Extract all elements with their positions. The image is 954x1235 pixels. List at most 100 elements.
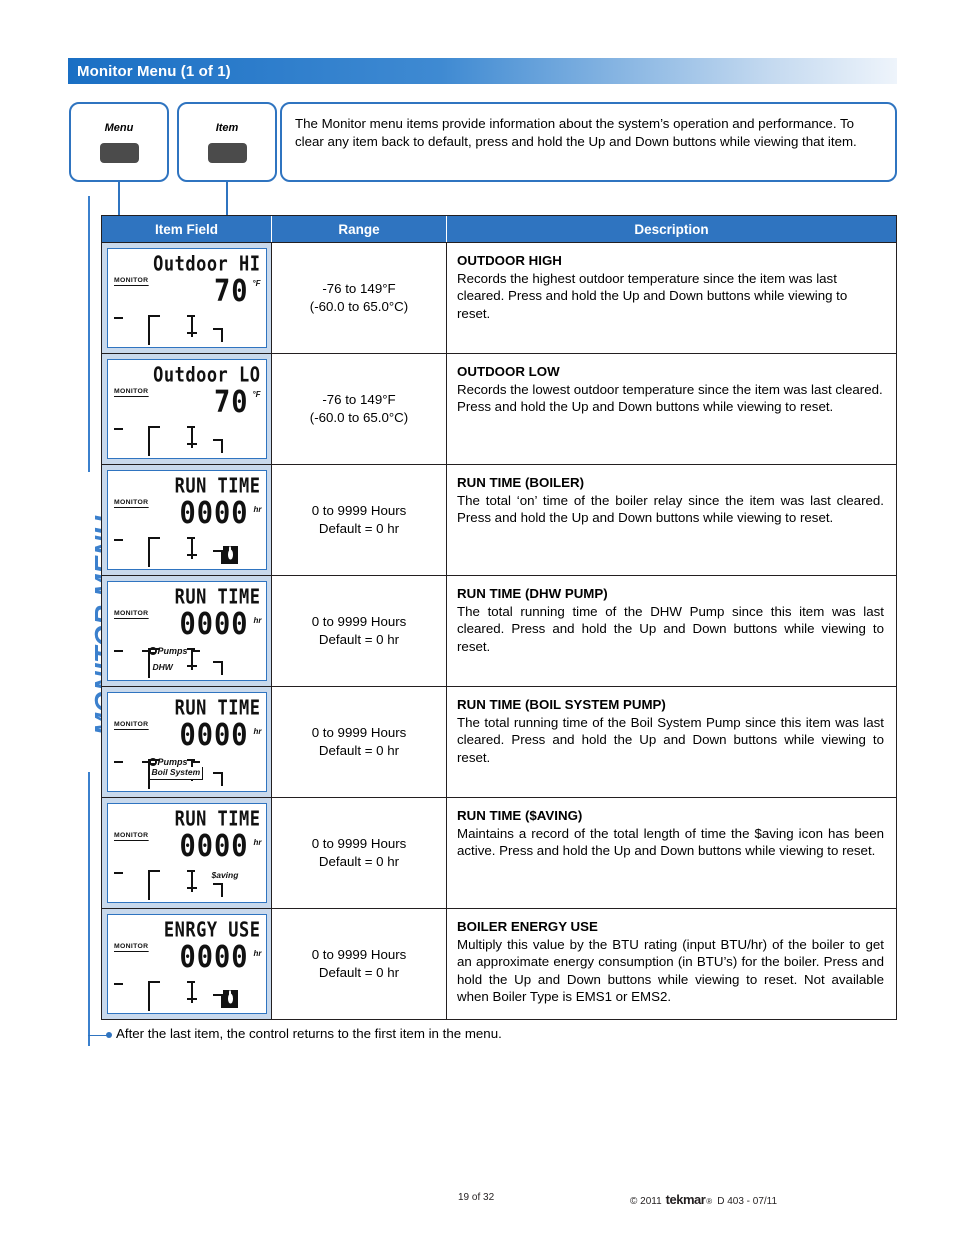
- column-header-item-field: Item Field: [102, 216, 272, 242]
- description-body: Maintains a record of the total length o…: [457, 826, 884, 859]
- lcd-mode-badge: MONITOR: [113, 388, 148, 397]
- description-title: BOILER ENERGY USE: [457, 919, 598, 934]
- brand-trademark-icon: ®: [706, 1197, 713, 1206]
- table-body: Outdoor HI MONITOR 70 °F -76 to 149°F (-60.0 …: [102, 242, 896, 1019]
- menu-button-label: Menu: [104, 121, 134, 134]
- lcd-segment: [191, 650, 200, 652]
- description-body: The total running time of the DHW Pump s…: [457, 604, 884, 654]
- lcd-unit-text: hr: [253, 727, 262, 736]
- lcd-segment: [186, 998, 197, 1000]
- lcd-value-text: 0000: [179, 496, 249, 531]
- page-number: 19 of 32: [458, 1192, 495, 1203]
- range-line: -76 to 149°F: [322, 281, 396, 296]
- lcd-segment: [113, 650, 123, 652]
- lcd-mode-badge: MONITOR: [113, 277, 148, 286]
- cell-description: OUTDOOR LOW Records the lowest outdoor te…: [447, 354, 896, 464]
- lcd-segment: [147, 426, 150, 456]
- description-title: RUN TIME (DHW PUMP): [457, 586, 608, 601]
- page-title: Monitor Menu (1 of 1): [77, 62, 231, 80]
- lcd-segment: [147, 537, 160, 539]
- description-body: Records the highest outdoor temperature …: [457, 271, 848, 321]
- cell-item-field: RUN TIME MONITOR 0000 hr Pumps Boil System: [102, 687, 272, 797]
- lcd-segment: [186, 332, 197, 334]
- lcd-segment: [186, 554, 197, 556]
- item-key-icon[interactable]: [207, 142, 247, 163]
- lcd-segment: [147, 537, 150, 567]
- menu-description-text: The Monitor menu items provide informati…: [295, 116, 857, 149]
- pumps-icon: Pumps: [148, 646, 188, 656]
- description-body: The total running time of the Boil Syste…: [457, 715, 884, 765]
- cell-range: 0 to 9999 Hours Default = 0 hr: [272, 576, 447, 686]
- footnote-bullet-icon: [106, 1032, 112, 1038]
- menu-key-icon[interactable]: [99, 142, 139, 163]
- cell-description: RUN TIME (BOILER) The total ‘on’ time of …: [447, 465, 896, 575]
- lcd-segment: [220, 328, 223, 342]
- description-title: OUTDOOR LOW: [457, 364, 560, 379]
- lcd-value-text: 0000: [179, 829, 249, 864]
- lcd-value-text: 0000: [179, 940, 249, 975]
- cell-range: 0 to 9999 Hours Default = 0 hr: [272, 465, 447, 575]
- item-button-callout: Item: [177, 102, 277, 182]
- lcd-display: RUN TIME MONITOR 0000 hr Pumps Boil System: [106, 692, 267, 792]
- lcd-unit-text: °F: [252, 279, 261, 288]
- table-row: RUN TIME MONITOR 0000 hr Pumps Boil System 0 t…: [102, 686, 896, 797]
- lcd-segment: [212, 661, 223, 663]
- lcd-segment: [212, 550, 223, 552]
- lcd-segment: [212, 328, 223, 330]
- pumps-label: Pumps: [157, 757, 188, 767]
- cell-range: -76 to 149°F (-60.0 to 65.0°C): [272, 354, 447, 464]
- range-line: 0 to 9999 Hours: [311, 836, 407, 851]
- lcd-segment: [113, 317, 123, 319]
- flame-icon: [227, 990, 233, 1004]
- cell-range: 0 to 9999 Hours Default = 0 hr: [272, 909, 447, 1019]
- lcd-mode-badge: MONITOR: [113, 499, 148, 508]
- lcd-value-text: 0000: [179, 607, 249, 642]
- cell-item-field: Outdoor LO MONITOR 70 °F: [102, 354, 272, 464]
- lcd-segment: [220, 439, 223, 453]
- lcd-segment: [147, 870, 160, 872]
- lcd-unit-text: hr: [253, 616, 262, 625]
- lcd-segment: [212, 883, 223, 885]
- description-body: Multiply this value by the BTU rating (i…: [457, 937, 884, 1005]
- cell-item-field: ENRGY USE MONITOR 0000 hr: [102, 909, 272, 1019]
- lcd-segment: [220, 772, 223, 786]
- table-header-row: Item Field Range Description: [102, 216, 896, 242]
- cell-item-field: Outdoor HI MONITOR 70 °F: [102, 243, 272, 353]
- cell-description: RUN TIME ($AVING) Maintains a record of t…: [447, 798, 896, 908]
- range-line: Default = 0 hr: [318, 521, 400, 536]
- range-line: 0 to 9999 Hours: [311, 503, 407, 518]
- lcd-segment: [113, 428, 123, 430]
- cell-description: OUTDOOR HIGH Records the highest outdoor …: [447, 243, 896, 353]
- description-title: RUN TIME (BOILER): [457, 475, 585, 490]
- copyright-year: © 2011: [630, 1196, 662, 1207]
- cell-range: 0 to 9999 Hours Default = 0 hr: [272, 798, 447, 908]
- lcd-segment: [186, 537, 195, 539]
- description-body: The total ‘on’ time of the boiler relay …: [457, 493, 884, 526]
- menu-button-callout: Menu: [69, 102, 169, 182]
- footnote-leader-line: [88, 1034, 108, 1037]
- menu-description-callout: The Monitor menu items provide informati…: [280, 102, 897, 182]
- range-line: Default = 0 hr: [318, 632, 400, 647]
- lcd-segment: [147, 981, 150, 1011]
- table-row: RUN TIME MONITOR 0000 hr $aving 0 to 9999 Hou…: [102, 797, 896, 908]
- lcd-unit-text: hr: [253, 949, 262, 958]
- lcd-segment: [186, 887, 197, 889]
- lcd-segment: [212, 772, 223, 774]
- lcd-segment: [186, 426, 195, 428]
- lcd-display: RUN TIME MONITOR 0000 hr: [106, 470, 267, 570]
- lcd-segment: [220, 883, 223, 897]
- description-body: Records the lowest outdoor temperature s…: [457, 382, 883, 415]
- pumps-icon: Pumps: [148, 757, 188, 767]
- cell-description: RUN TIME (BOIL SYSTEM PUMP) The total run…: [447, 687, 896, 797]
- lcd-value-text: 70: [213, 385, 249, 420]
- lcd-display: RUN TIME MONITOR 0000 hr $aving: [106, 803, 267, 903]
- cell-item-field: RUN TIME MONITOR 0000 hr: [102, 465, 272, 575]
- lcd-segment: [186, 981, 195, 983]
- lcd-display: Outdoor LO MONITOR 70 °F: [106, 359, 267, 459]
- range-line: Default = 0 hr: [318, 743, 400, 758]
- lcd-value-text: 70: [213, 274, 249, 309]
- lcd-segment: [113, 539, 123, 541]
- cell-description: RUN TIME (DHW PUMP) The total running tim…: [447, 576, 896, 686]
- lcd-segment: [147, 315, 160, 317]
- lcd-unit-text: °F: [252, 390, 261, 399]
